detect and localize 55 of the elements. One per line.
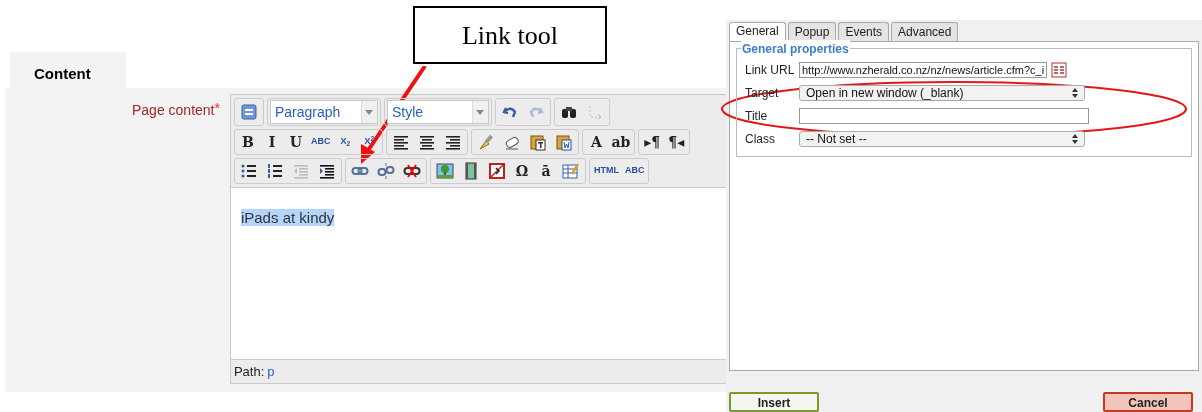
dialog-button[interactable]: Cancel xyxy=(1103,392,1193,412)
toolbar-button[interactable]: ABC xyxy=(622,160,647,182)
align-left-icon xyxy=(392,133,411,151)
field-label: Page content* xyxy=(131,102,220,118)
toolbar-button[interactable]: ▸¶ xyxy=(641,131,664,153)
layout-icon xyxy=(239,103,258,121)
numbers-icon xyxy=(265,162,284,180)
image-icon xyxy=(435,162,454,180)
toolbar-button[interactable]: ¶◂ xyxy=(665,131,688,153)
paste-text-icon xyxy=(529,133,548,151)
caret-icon xyxy=(365,109,374,115)
dialog-button[interactable]: Insert xyxy=(729,392,819,412)
callout-text: Link tool xyxy=(461,19,559,52)
toolbar-button[interactable]: B xyxy=(236,131,259,153)
select-field[interactable]: Open in new window (_blank) xyxy=(799,85,1085,101)
toolbar-button[interactable]: HTML xyxy=(591,160,621,182)
dialog-tab[interactable]: General xyxy=(729,22,786,41)
brush-icon xyxy=(477,133,496,151)
outdent-icon xyxy=(291,162,310,180)
style-select[interactable]: Style xyxy=(386,100,489,124)
paste-word-icon xyxy=(555,133,574,151)
toolbar-button[interactable]: ab xyxy=(609,131,633,153)
table-edit-icon xyxy=(561,162,580,180)
text-field[interactable] xyxy=(799,108,1089,124)
toolbar-button[interactable]: ABC xyxy=(308,131,333,153)
toolbar-button[interactable]: X$_{2}$ xyxy=(334,131,357,153)
toolbar-button[interactable]: X$^{2}$ xyxy=(358,131,381,153)
caret-icon xyxy=(476,109,485,115)
toolbar-button[interactable]: U xyxy=(284,131,307,153)
align-right-icon xyxy=(444,133,463,151)
dialog-tab[interactable]: Events xyxy=(838,22,890,41)
anchor-icon xyxy=(402,162,421,180)
field-label: Link URL xyxy=(745,62,796,79)
field-label: Title xyxy=(745,108,769,125)
select-field[interactable]: -- Not set -- xyxy=(799,131,1085,147)
align-center-icon xyxy=(418,133,437,151)
stepper-icon xyxy=(1072,88,1078,98)
toolbar-button[interactable]: Ω xyxy=(510,160,533,182)
browse-icon[interactable] xyxy=(1051,62,1068,78)
path-label: Path: xyxy=(233,362,265,381)
bullets-icon xyxy=(239,162,258,180)
toolbar-button[interactable]: I xyxy=(260,131,283,153)
unlink-icon xyxy=(376,162,395,180)
editor-text: iPads at kindy xyxy=(240,209,335,226)
crossed-frame-icon xyxy=(487,162,506,180)
fieldset-legend: General properties xyxy=(741,40,850,58)
path-link[interactable]: p xyxy=(267,361,275,382)
field-label: Class xyxy=(745,131,776,148)
toolbar-button[interactable]: A xyxy=(585,131,608,153)
text-field[interactable]: http://www.nzherald.co.nz/nz/news/article.cfm?c_i xyxy=(799,62,1048,78)
stepper-icon xyxy=(1072,134,1078,144)
format-select[interactable]: Paragraph xyxy=(269,100,378,124)
indent-icon xyxy=(317,162,336,180)
toolbar-button[interactable]: ā xyxy=(534,160,557,182)
dialog-tab[interactable]: Advanced xyxy=(891,22,959,41)
